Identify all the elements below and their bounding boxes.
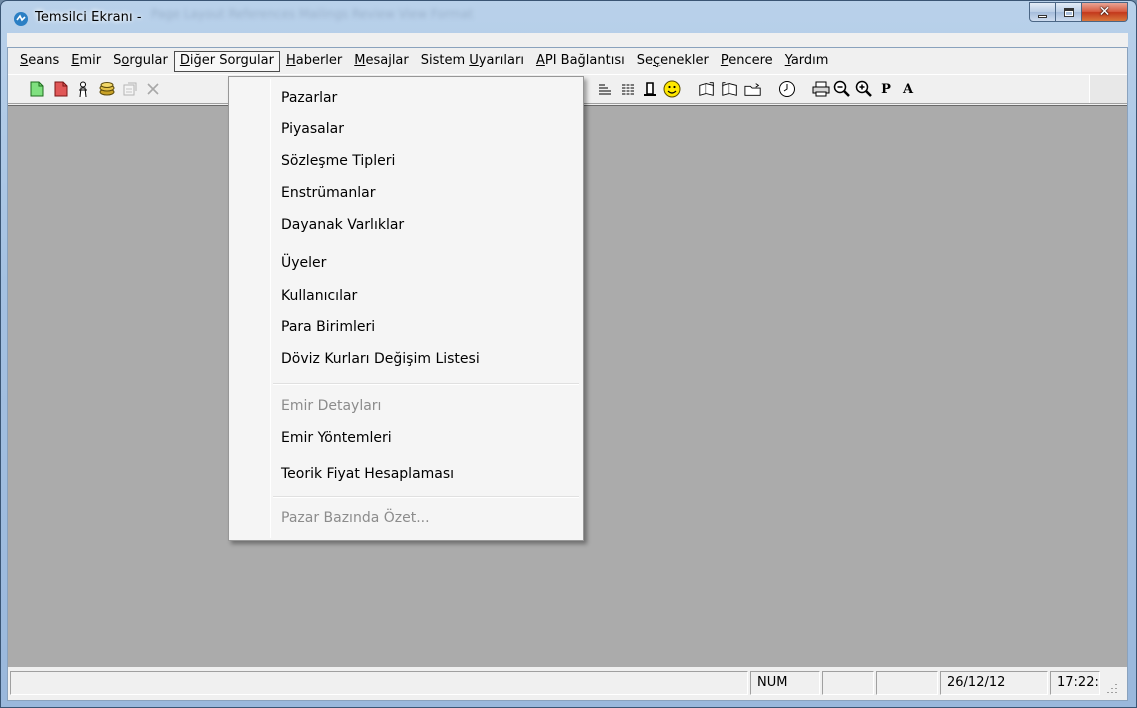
menu-secenekler-rest: enekler <box>660 52 709 68</box>
new-red-icon[interactable] <box>52 80 70 98</box>
menu-item-teorik-fiyat[interactable]: Teorik Fiyat Hesaplaması <box>281 466 454 482</box>
menu-api-rest: PI Bağlantısı <box>544 52 625 68</box>
status-num: NUM <box>750 671 820 695</box>
menu-separator <box>273 496 579 498</box>
smiley-icon[interactable] <box>663 80 681 98</box>
menu-item-uyeler[interactable]: Üyeler <box>281 255 326 271</box>
menu-item-sozlesme-tipleri[interactable]: Sözleşme Tipleri <box>281 153 395 169</box>
maximize-icon <box>1063 7 1074 17</box>
menu-item-enstrumanlar[interactable]: Enstrümanlar <box>281 185 375 201</box>
menu-gutter <box>270 79 271 538</box>
menu-diger-sorgular-mnemonic: D <box>179 52 190 68</box>
close-icon: ✕ <box>1098 4 1111 20</box>
menu-mesajlar-mnemonic: M <box>354 52 366 68</box>
status-date: 26/12/12 <box>940 671 1048 695</box>
status-empty-pane-2 <box>876 671 938 695</box>
menu-emir[interactable]: Emir <box>65 51 107 72</box>
properties-icon <box>121 80 139 98</box>
menu-separator <box>273 383 579 385</box>
menu-item-emir-yontemleri[interactable]: Emir Yöntemleri <box>281 430 392 446</box>
minimize-button[interactable] <box>1029 2 1056 22</box>
menu-item-dayanak-varliklar[interactable]: Dayanak Varlıklar <box>281 217 404 233</box>
window-title: Temsilci Ekranı - <box>35 10 142 25</box>
menu-sistem-rest: yarıları <box>478 52 524 68</box>
menu-item-piyasalar[interactable]: Piyasalar <box>281 121 344 137</box>
menu-seans-rest: eans <box>28 52 60 68</box>
person-icon[interactable] <box>74 80 92 98</box>
menu-api-mnemonic: A <box>535 52 545 68</box>
menu-item-emir-detaylari: Emir Detayları <box>281 398 382 414</box>
menu-item-para-birimleri[interactable]: Para Birimleri <box>281 319 375 335</box>
menu-haberler[interactable]: Haberler <box>280 51 348 72</box>
clock-icon[interactable] <box>778 80 796 98</box>
menu-secenekler[interactable]: Seçenekler <box>631 51 715 72</box>
columns-icon[interactable] <box>619 80 637 98</box>
menu-sorgular-rest: rgular <box>129 52 168 68</box>
menu-sistem-mnemonic: U <box>469 52 479 68</box>
status-time: 17:22:( <box>1050 671 1100 695</box>
delete-icon <box>144 80 162 98</box>
menu-item-pazar-bazinda-ozet: Pazar Bazında Özet... <box>281 510 430 526</box>
menu-item-doviz-kurlari[interactable]: Döviz Kurları Değişim Listesi <box>281 351 480 367</box>
menu-item-kullanicilar[interactable]: Kullanıcılar <box>281 288 357 304</box>
menu-emir-rest: mir <box>79 52 102 68</box>
resize-grip-icon[interactable] <box>1104 680 1118 694</box>
folder-icon[interactable] <box>744 80 762 98</box>
status-message-pane <box>10 671 748 695</box>
menu-mesajlar-rest: esajlar <box>365 52 409 68</box>
menu-pencere[interactable]: Pencere <box>715 51 779 72</box>
coins-icon[interactable] <box>98 80 116 98</box>
new-green-icon[interactable] <box>28 80 46 98</box>
menu-diger-sorgular-rest: iğer Sorgular <box>189 52 274 68</box>
zoom-in-icon[interactable] <box>855 80 873 98</box>
align-left-icon[interactable] <box>596 80 614 98</box>
diger-sorgular-menu: Pazarlar Piyasalar Sözleşme Tipleri Enst… <box>228 76 584 541</box>
tower-icon[interactable] <box>641 80 659 98</box>
menu-sorgular[interactable]: Sorgular <box>107 51 174 72</box>
p-icon[interactable]: P <box>877 80 895 98</box>
menu-seans[interactable]: Seans <box>14 51 65 72</box>
status-empty-pane-1 <box>822 671 874 695</box>
menu-bar: Seans Emir Sorgular Diğer Sorgular Haber… <box>8 49 1127 73</box>
minimize-icon <box>1038 14 1047 18</box>
menu-item-pazarlar[interactable]: Pazarlar <box>281 90 337 106</box>
zoom-out-icon[interactable] <box>833 80 851 98</box>
book-back-icon[interactable] <box>721 80 739 98</box>
print-icon[interactable] <box>812 80 830 98</box>
menu-yardim[interactable]: Yardım <box>779 51 835 72</box>
background-window-glimpse: Page Layout References Mailings Review V… <box>151 7 474 21</box>
menu-haberler-mnemonic: H <box>285 52 296 68</box>
menu-pencere-rest: encere <box>728 52 773 68</box>
maximize-button[interactable] <box>1056 2 1082 22</box>
close-button[interactable]: ✕ <box>1082 2 1128 22</box>
menu-sistem-pre: Sistem <box>420 52 470 68</box>
book-open-icon[interactable] <box>698 80 716 98</box>
menu-diger-sorgular[interactable]: Diğer Sorgular <box>173 50 280 72</box>
client-top <box>7 33 1128 47</box>
status-bar: NUM 26/12/12 17:22:( <box>8 668 1127 698</box>
menu-secenekler-pre: Se <box>636 52 653 68</box>
menu-api-baglantisi[interactable]: API Bağlantısı <box>530 51 631 72</box>
app-icon <box>14 12 28 26</box>
menu-sistem-uyarilari[interactable]: Sistem Uyarıları <box>415 51 530 72</box>
toolbar-end <box>1089 75 1127 103</box>
title-bar[interactable]: Temsilci Ekranı - Page Layout References… <box>1 1 1136 34</box>
menu-haberler-rest: aberler <box>295 52 343 68</box>
menu-yardim-rest: ardım <box>790 52 829 68</box>
menu-mesajlar[interactable]: Mesajlar <box>348 51 415 72</box>
a-icon[interactable]: A <box>899 80 917 98</box>
